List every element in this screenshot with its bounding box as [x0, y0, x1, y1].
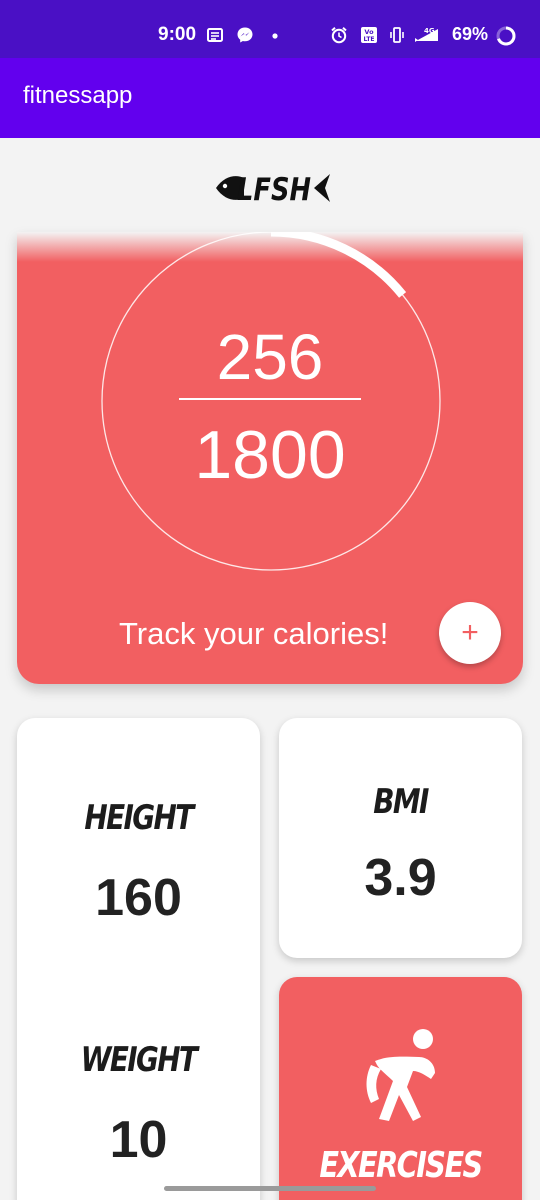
status-bar: 9:00 Vo LTE 4G 69% — [0, 0, 540, 58]
stretching-person-icon — [366, 1029, 435, 1121]
calorie-progress-ring — [99, 232, 443, 573]
svg-text:Vo: Vo — [364, 28, 374, 36]
calorie-divider — [179, 398, 361, 400]
track-calories-text: Track your calories! — [119, 616, 389, 651]
weight-value: 10 — [109, 1111, 168, 1169]
add-calories-button[interactable]: + — [439, 602, 501, 664]
alarm-icon — [331, 27, 347, 44]
weight-label: WEIGHT — [80, 1040, 198, 1080]
height-weight-card[interactable]: HEIGHT 160 WEIGHT 10 — [17, 718, 260, 1200]
gesture-nav-handle[interactable] — [164, 1186, 376, 1191]
calories-consumed: 256 — [216, 321, 324, 393]
app-bar: fitnessapp — [0, 58, 540, 138]
volte-icon: Vo LTE — [361, 27, 377, 43]
signal-icon: 4G — [415, 27, 438, 42]
news-icon — [207, 28, 223, 42]
height-value: 160 — [95, 869, 182, 927]
battery-percentage: 69% — [452, 24, 489, 44]
exercises-card[interactable]: EXERCISES — [279, 977, 522, 1200]
bmi-card[interactable]: BMI 3.9 — [279, 718, 522, 958]
screen: 9:00 Vo LTE 4G 69% fitnessapp LFSH 256 1… — [0, 0, 540, 1200]
messenger-icon — [237, 27, 253, 43]
exercises-label: EXERCISES — [319, 1145, 483, 1186]
svg-text:LTE: LTE — [363, 36, 374, 43]
dot-icon — [272, 33, 278, 39]
status-time: 9:00 — [158, 24, 197, 45]
vibrate-icon — [390, 27, 404, 43]
svg-text:LFSH: LFSH — [237, 172, 311, 208]
fish-logo: LFSH — [216, 172, 330, 208]
bmi-value: 3.9 — [364, 849, 437, 907]
calorie-goal: 1800 — [194, 417, 346, 493]
bmi-label: BMI — [373, 782, 429, 822]
battery-ring-icon — [496, 26, 516, 46]
calorie-card: 256 1800 Track your calories! + — [17, 232, 523, 684]
app-title: fitnessapp — [23, 82, 133, 109]
height-label: HEIGHT — [84, 798, 194, 838]
